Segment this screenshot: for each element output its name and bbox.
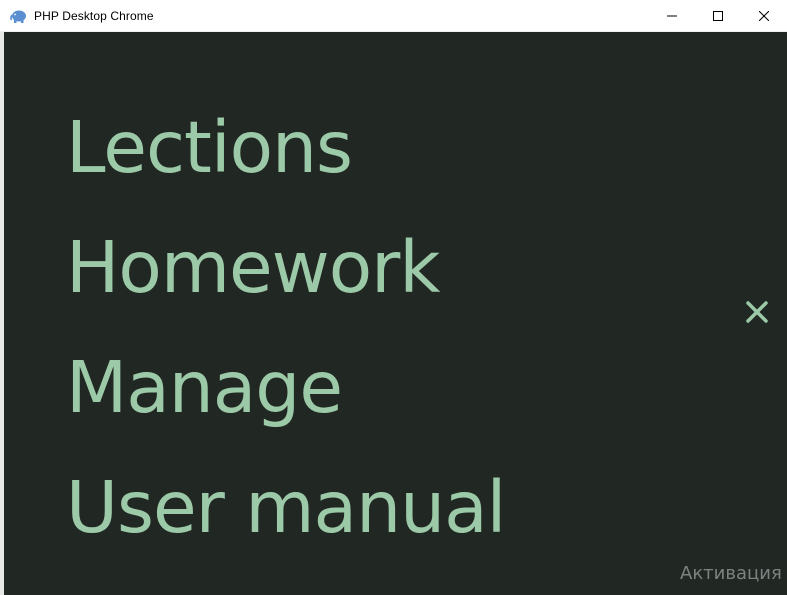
close-window-button[interactable] bbox=[741, 0, 787, 32]
maximize-button[interactable] bbox=[695, 0, 741, 32]
maximize-icon bbox=[713, 11, 723, 21]
menu-overlay: Lections Homework Manage User manual Акт… bbox=[4, 32, 787, 595]
close-menu-button[interactable] bbox=[742, 299, 772, 329]
close-icon bbox=[759, 11, 769, 21]
windows-activation-watermark: Активация W bbox=[680, 563, 787, 584]
close-x-icon bbox=[746, 300, 768, 328]
window-title: PHP Desktop Chrome bbox=[34, 8, 154, 23]
main-menu: Lections Homework Manage User manual bbox=[66, 88, 506, 568]
menu-item-user-manual[interactable]: User manual bbox=[66, 448, 506, 568]
minimize-icon bbox=[667, 11, 677, 21]
menu-item-lections[interactable]: Lections bbox=[66, 88, 505, 208]
menu-item-homework[interactable]: Homework bbox=[66, 208, 505, 328]
minimize-button[interactable] bbox=[649, 0, 695, 32]
menu-item-manage[interactable]: Manage bbox=[66, 328, 505, 448]
app-window: PHP Desktop Chrome Lections Homework Man… bbox=[0, 0, 787, 595]
window-controls bbox=[649, 0, 787, 32]
php-elephant-icon bbox=[10, 9, 28, 23]
title-bar[interactable]: PHP Desktop Chrome bbox=[0, 0, 787, 32]
